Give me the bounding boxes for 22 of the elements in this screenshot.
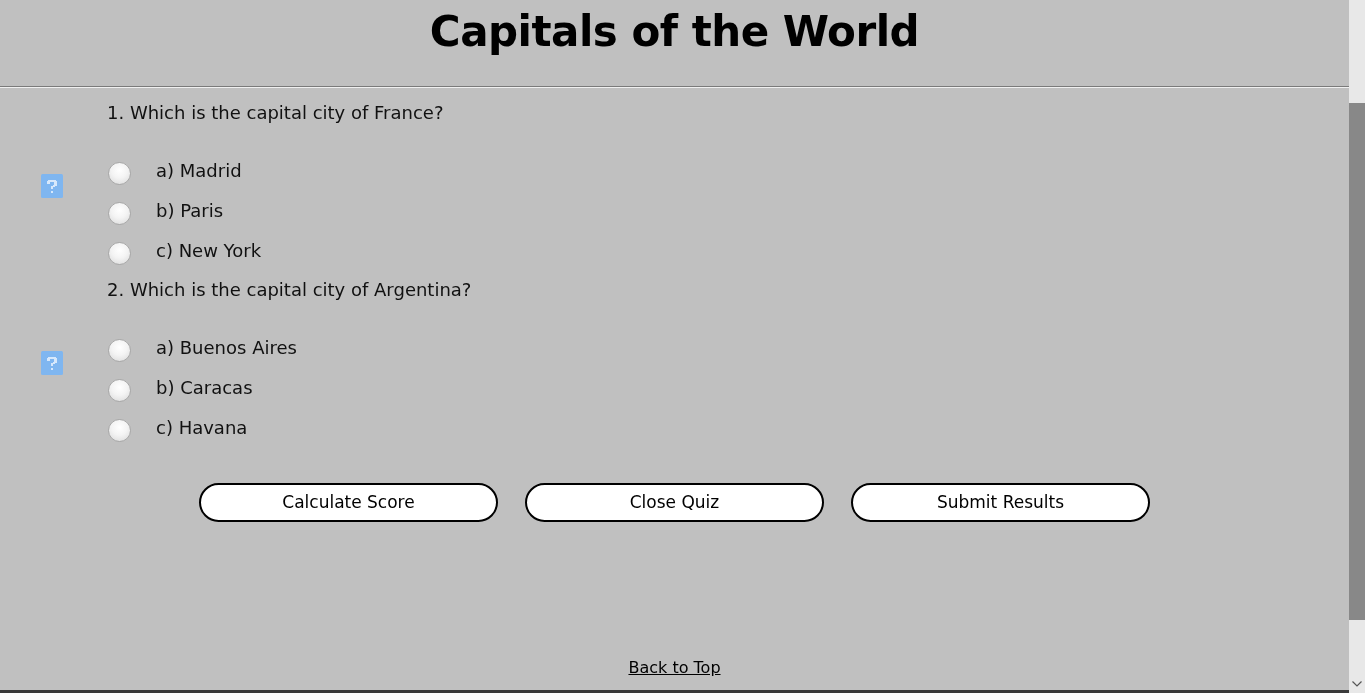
option-label: c) Havana (156, 416, 248, 440)
option-label: b) Paris (156, 199, 224, 223)
back-to-top-link[interactable]: Back to Top (628, 657, 721, 679)
option-label: b) Caracas (156, 376, 253, 400)
question-text: 1. Which is the capital city of France? (107, 101, 445, 125)
radio-button[interactable] (108, 201, 131, 225)
radio-button[interactable] (108, 241, 131, 265)
radio-button[interactable] (108, 161, 131, 185)
option-label: c) New York (156, 239, 262, 263)
help-icon[interactable] (41, 351, 63, 375)
question-text: 2. Which is the capital city of Argentina? (107, 278, 473, 302)
help-icon[interactable] (41, 174, 63, 198)
calculate-score-button[interactable]: Calculate Score (199, 483, 498, 522)
radio-button[interactable] (108, 338, 131, 362)
page-title: Capitals of the World (429, 7, 920, 57)
radio-button[interactable] (108, 418, 131, 442)
close-quiz-button[interactable]: Close Quiz (525, 483, 824, 522)
scrollbar-thumb[interactable] (1349, 103, 1365, 620)
radio-button[interactable] (108, 378, 131, 402)
option-label: a) Buenos Aires (156, 336, 297, 360)
option-label: a) Madrid (156, 159, 242, 183)
submit-results-button[interactable]: Submit Results (851, 483, 1150, 522)
